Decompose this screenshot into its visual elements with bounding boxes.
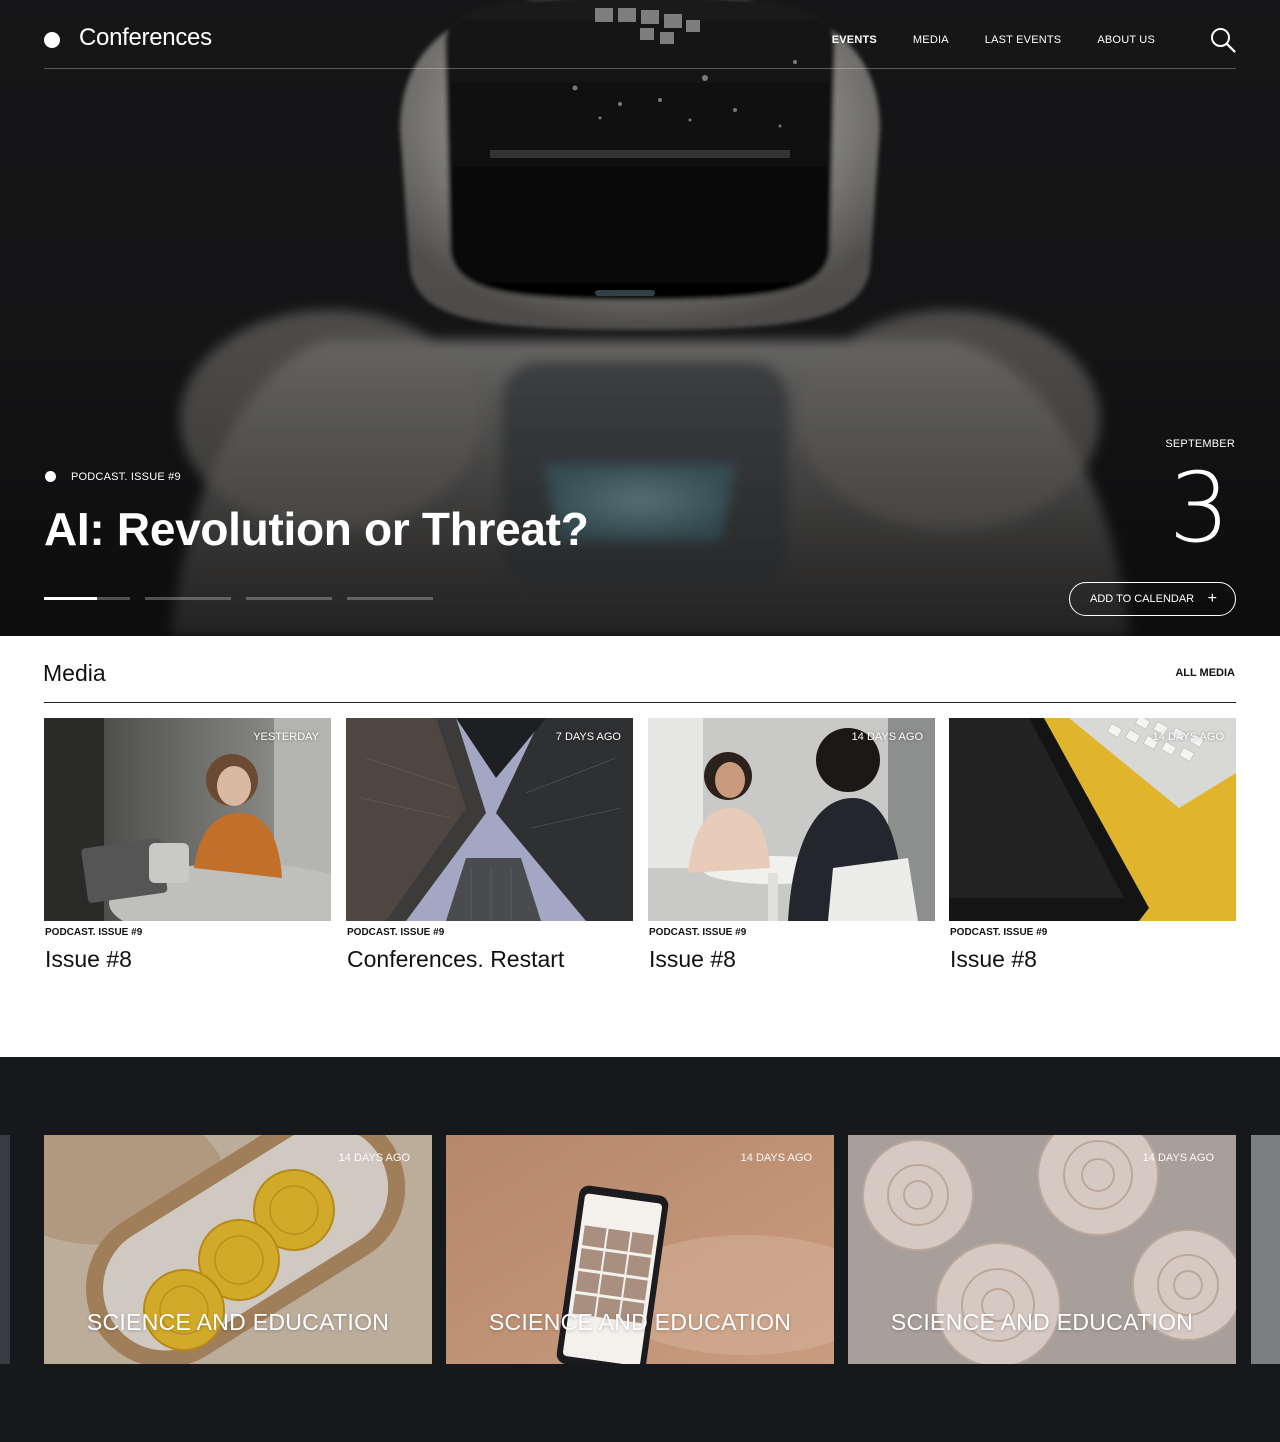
tag-dot-icon (45, 471, 56, 482)
event-date-month: SEPTEMBER (1165, 438, 1235, 450)
carousel-next-peek[interactable] (1251, 1135, 1280, 1364)
main-nav: EVENTS MEDIA LAST EVENTS ABOUT US (832, 34, 1155, 46)
tile-age: 14 DAYS AGO (740, 1152, 812, 1164)
search-icon[interactable] (1210, 27, 1236, 53)
slider-indicator[interactable] (44, 597, 130, 600)
event-date-day: 3 (1168, 452, 1230, 564)
topic-tile[interactable]: 14 DAYS AGO SCIENCE AND EDUCATION (848, 1135, 1236, 1364)
nav-item-events[interactable]: EVENTS (832, 34, 877, 46)
tile-age: 14 DAYS AGO (338, 1152, 410, 1164)
slider-progress (44, 597, 98, 600)
card-category: PODCAST. ISSUE #9 (347, 927, 445, 938)
media-card[interactable]: YESTERDAY PODCAST. ISSUE #9 Issue #8 (44, 718, 331, 972)
tile-age: 14 DAYS AGO (1142, 1152, 1214, 1164)
plus-icon: + (1207, 590, 1217, 607)
topic-tile[interactable]: 14 DAYS AGO SCIENCE AND EDUCATION (44, 1135, 432, 1364)
hero-title[interactable]: AI: Revolution or Threat? (44, 502, 589, 556)
brand-logo[interactable]: Conferences (79, 24, 212, 52)
media-card[interactable]: 7 DAYS AGO PODCAST. ISSUE #9 Conferences… (346, 718, 633, 972)
nav-item-last-events[interactable]: LAST EVENTS (985, 34, 1062, 46)
hero-banner: Conferences EVENTS MEDIA LAST EVENTS ABO… (0, 0, 1280, 636)
topics-carousel: 14 DAYS AGO SCIENCE AND EDUCATION 14 DAY… (0, 1057, 1280, 1442)
card-age: 14 DAYS AGO (1152, 731, 1224, 743)
card-category: PODCAST. ISSUE #9 (45, 927, 143, 938)
card-age: 14 DAYS AGO (851, 731, 923, 743)
slider-indicator[interactable] (347, 597, 433, 600)
add-to-calendar-button[interactable]: ADD TO CALENDAR + (1069, 582, 1236, 616)
tile-label[interactable]: SCIENCE AND EDUCATION (848, 1309, 1236, 1336)
card-title[interactable]: Conferences. Restart (347, 946, 564, 973)
card-thumbnail[interactable]: 14 DAYS AGO (949, 718, 1236, 921)
card-thumbnail[interactable]: 7 DAYS AGO (346, 718, 633, 921)
card-age: 7 DAYS AGO (555, 731, 621, 743)
nav-item-about-us[interactable]: ABOUT US (1097, 34, 1155, 46)
slider-indicator[interactable] (145, 597, 231, 600)
card-category: PODCAST. ISSUE #9 (649, 927, 747, 938)
tile-label[interactable]: SCIENCE AND EDUCATION (44, 1309, 432, 1336)
media-card[interactable]: 14 DAYS AGO PODCAST. ISSUE #9 Issue #8 (949, 718, 1236, 972)
card-age: YESTERDAY (253, 731, 319, 743)
card-category: PODCAST. ISSUE #9 (950, 927, 1048, 938)
carousel-prev-peek[interactable] (0, 1135, 10, 1364)
card-title[interactable]: Issue #8 (950, 946, 1037, 973)
all-media-link[interactable]: ALL MEDIA (1175, 667, 1235, 679)
topic-tile[interactable]: 14 DAYS AGO SCIENCE AND EDUCATION (446, 1135, 834, 1364)
card-thumbnail[interactable]: 14 DAYS AGO (648, 718, 935, 921)
logo-dot-icon (44, 32, 60, 48)
top-navigation: Conferences EVENTS MEDIA LAST EVENTS ABO… (44, 0, 1236, 69)
tile-label[interactable]: SCIENCE AND EDUCATION (446, 1309, 834, 1336)
nav-item-media[interactable]: MEDIA (913, 34, 949, 46)
card-title[interactable]: Issue #8 (649, 946, 736, 973)
section-divider (44, 702, 1236, 703)
slider-indicator[interactable] (246, 597, 332, 600)
card-title[interactable]: Issue #8 (45, 946, 132, 973)
section-title: Media (43, 660, 106, 686)
card-thumbnail[interactable]: YESTERDAY (44, 718, 331, 921)
media-card[interactable]: 14 DAYS AGO PODCAST. ISSUE #9 Issue #8 (648, 718, 935, 972)
hero-category-tag: PODCAST. ISSUE #9 (71, 471, 181, 483)
hero-slider-pagination (44, 597, 433, 600)
media-section: Media ALL MEDIA YESTERDAY PODCAST. ISSUE… (0, 636, 1280, 1057)
add-to-calendar-label: ADD TO CALENDAR (1090, 593, 1195, 605)
